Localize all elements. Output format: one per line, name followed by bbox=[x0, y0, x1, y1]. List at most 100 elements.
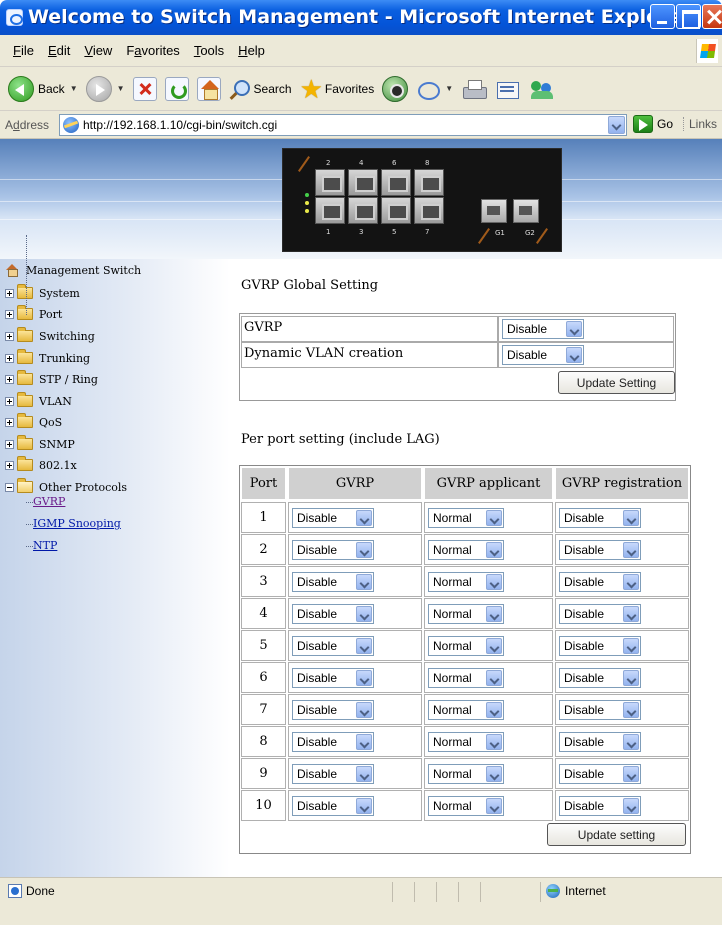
sidebar-item-vlan[interactable]: VLAN bbox=[5, 392, 72, 409]
port-registration-select[interactable]: Disable bbox=[559, 763, 641, 784]
port-registration-select[interactable]: Disable bbox=[559, 603, 641, 624]
sidebar-link-gvrp[interactable]: GVRP bbox=[33, 495, 65, 508]
close-button[interactable] bbox=[702, 4, 722, 29]
home-button[interactable] bbox=[196, 73, 221, 105]
port-gvrp-select[interactable]: Disable bbox=[292, 507, 374, 528]
port-applicant-select[interactable]: Normal bbox=[428, 763, 504, 784]
port-gvrp-select[interactable]: Disable bbox=[292, 763, 374, 784]
maximize-button[interactable] bbox=[676, 4, 701, 29]
chevron-down-icon[interactable] bbox=[486, 509, 502, 526]
gvrp-global-select[interactable]: Disable bbox=[502, 319, 584, 339]
chevron-down-icon[interactable] bbox=[623, 701, 639, 718]
expand-icon[interactable] bbox=[5, 288, 14, 298]
port-applicant-select[interactable]: Normal bbox=[428, 731, 504, 752]
address-input[interactable]: http://192.168.1.10/cgi-bin/switch.cgi bbox=[59, 114, 627, 136]
menu-favorites[interactable]: Favorites bbox=[119, 43, 186, 58]
update-global-setting-button[interactable]: Update Setting bbox=[558, 371, 675, 394]
chevron-down-icon[interactable] bbox=[356, 733, 372, 750]
chevron-down-icon[interactable] bbox=[356, 509, 372, 526]
port-gvrp-select[interactable]: Disable bbox=[292, 539, 374, 560]
port-gvrp-select[interactable]: Disable bbox=[292, 699, 374, 720]
expand-icon[interactable] bbox=[5, 417, 14, 427]
chevron-down-icon[interactable] bbox=[623, 573, 639, 590]
chevron-down-icon[interactable] bbox=[623, 541, 639, 558]
chevron-down-icon[interactable] bbox=[486, 573, 502, 590]
chevron-down-icon[interactable] bbox=[356, 765, 372, 782]
minimize-button[interactable] bbox=[650, 4, 675, 29]
chevron-down-icon[interactable] bbox=[356, 605, 372, 622]
chevron-down-icon[interactable] bbox=[623, 733, 639, 750]
chevron-down-icon[interactable] bbox=[566, 347, 582, 363]
sidebar-link-ntp[interactable]: NTP bbox=[33, 539, 57, 552]
expand-icon[interactable] bbox=[5, 439, 14, 449]
port-gvrp-select[interactable]: Disable bbox=[292, 571, 374, 592]
favorites-button[interactable]: ★ Favorites bbox=[300, 73, 375, 105]
sidebar-item-snmp[interactable]: SNMP bbox=[5, 435, 75, 452]
port-applicant-select[interactable]: Normal bbox=[428, 667, 504, 688]
chevron-down-icon[interactable] bbox=[486, 637, 502, 654]
address-dropdown-icon[interactable] bbox=[608, 116, 625, 134]
chevron-down-icon[interactable] bbox=[623, 669, 639, 686]
port-registration-select[interactable]: Disable bbox=[559, 699, 641, 720]
menu-tools[interactable]: Tools bbox=[187, 43, 231, 58]
media-button[interactable] bbox=[382, 73, 409, 105]
chevron-down-icon[interactable] bbox=[486, 701, 502, 718]
sidebar-item-port[interactable]: Port bbox=[5, 305, 62, 322]
dynamic-vlan-select[interactable]: Disable bbox=[502, 345, 584, 365]
chevron-down-icon[interactable] bbox=[356, 701, 372, 718]
chevron-down-icon[interactable] bbox=[486, 797, 502, 814]
collapse-icon[interactable] bbox=[5, 482, 14, 492]
port-registration-select[interactable]: Disable bbox=[559, 539, 641, 560]
chevron-down-icon[interactable] bbox=[356, 669, 372, 686]
sidebar-item-trunking[interactable]: Trunking bbox=[5, 349, 90, 366]
port-gvrp-select[interactable]: Disable bbox=[292, 795, 374, 816]
port-gvrp-select[interactable]: Disable bbox=[292, 731, 374, 752]
chevron-down-icon[interactable] bbox=[623, 509, 639, 526]
port-registration-select[interactable]: Disable bbox=[559, 635, 641, 656]
mail-button[interactable]: ▼ bbox=[416, 73, 453, 105]
address-url[interactable]: http://192.168.1.10/cgi-bin/switch.cgi bbox=[83, 118, 277, 132]
chevron-down-icon[interactable] bbox=[623, 637, 639, 654]
chevron-down-icon[interactable] bbox=[356, 637, 372, 654]
port-registration-select[interactable]: Disable bbox=[559, 795, 641, 816]
links-button[interactable]: Links bbox=[683, 117, 717, 131]
sidebar-item-qos[interactable]: QoS bbox=[5, 413, 62, 430]
expand-icon[interactable] bbox=[5, 374, 14, 384]
search-button[interactable]: Search bbox=[229, 73, 292, 105]
port-applicant-select[interactable]: Normal bbox=[428, 795, 504, 816]
menu-edit[interactable]: Edit bbox=[41, 43, 77, 58]
sidebar-link-igmp-snooping[interactable]: IGMP Snooping bbox=[33, 517, 121, 530]
port-applicant-select[interactable]: Normal bbox=[428, 635, 504, 656]
forward-button[interactable]: ▼ bbox=[85, 73, 125, 105]
go-button[interactable]: Go bbox=[633, 115, 673, 133]
print-button[interactable] bbox=[461, 73, 488, 105]
back-button[interactable]: Back ▼ bbox=[8, 73, 78, 105]
port-registration-select[interactable]: Disable bbox=[559, 571, 641, 592]
sidebar-item-switching[interactable]: Switching bbox=[5, 327, 95, 344]
sidebar-item-stp-ring[interactable]: STP / Ring bbox=[5, 370, 98, 387]
chevron-down-icon[interactable] bbox=[356, 541, 372, 558]
expand-icon[interactable] bbox=[5, 309, 14, 319]
port-applicant-select[interactable]: Normal bbox=[428, 539, 504, 560]
chevron-down-icon[interactable] bbox=[486, 605, 502, 622]
back-dropdown-icon[interactable]: ▼ bbox=[70, 84, 78, 93]
expand-icon[interactable] bbox=[5, 460, 14, 470]
sidebar-item-8021x[interactable]: 802.1x bbox=[5, 456, 77, 473]
refresh-button[interactable] bbox=[164, 73, 189, 105]
chevron-down-icon[interactable] bbox=[623, 797, 639, 814]
port-registration-select[interactable]: Disable bbox=[559, 731, 641, 752]
expand-icon[interactable] bbox=[5, 396, 14, 406]
chevron-down-icon[interactable] bbox=[566, 321, 582, 337]
stop-button[interactable] bbox=[132, 73, 157, 105]
chevron-down-icon[interactable] bbox=[486, 765, 502, 782]
menu-help[interactable]: Help bbox=[231, 43, 272, 58]
chevron-down-icon[interactable] bbox=[356, 797, 372, 814]
menu-file[interactable]: File bbox=[6, 43, 41, 58]
port-gvrp-select[interactable]: Disable bbox=[292, 603, 374, 624]
expand-icon[interactable] bbox=[5, 331, 14, 341]
port-applicant-select[interactable]: Normal bbox=[428, 699, 504, 720]
port-applicant-select[interactable]: Normal bbox=[428, 571, 504, 592]
expand-icon[interactable] bbox=[5, 353, 14, 363]
chevron-down-icon[interactable] bbox=[623, 605, 639, 622]
port-gvrp-select[interactable]: Disable bbox=[292, 635, 374, 656]
